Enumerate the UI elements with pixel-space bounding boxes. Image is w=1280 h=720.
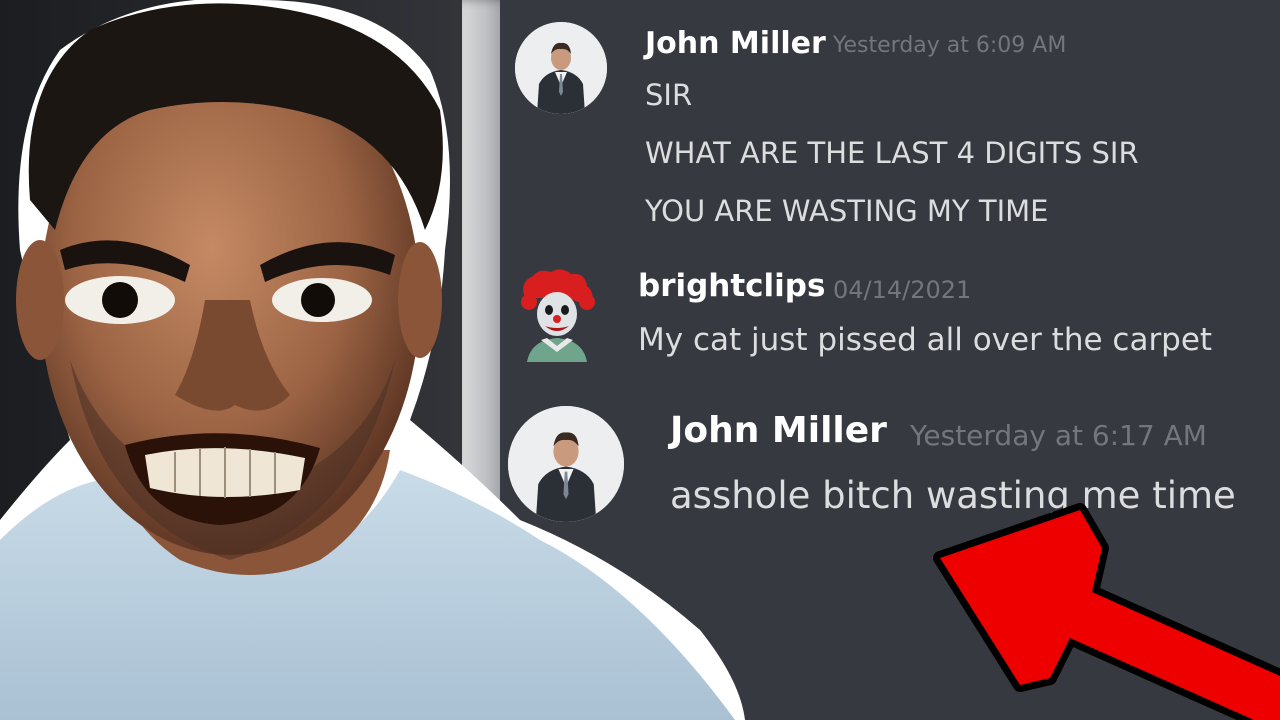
message-timestamp: 04/14/2021 — [833, 276, 972, 304]
message-timestamp: Yesterday at 6:09 AM — [833, 33, 1067, 58]
red-arrow-icon — [933, 503, 1280, 720]
angry-man-image — [0, 0, 745, 720]
message-timestamp: Yesterday at 6:17 AM — [910, 419, 1207, 452]
